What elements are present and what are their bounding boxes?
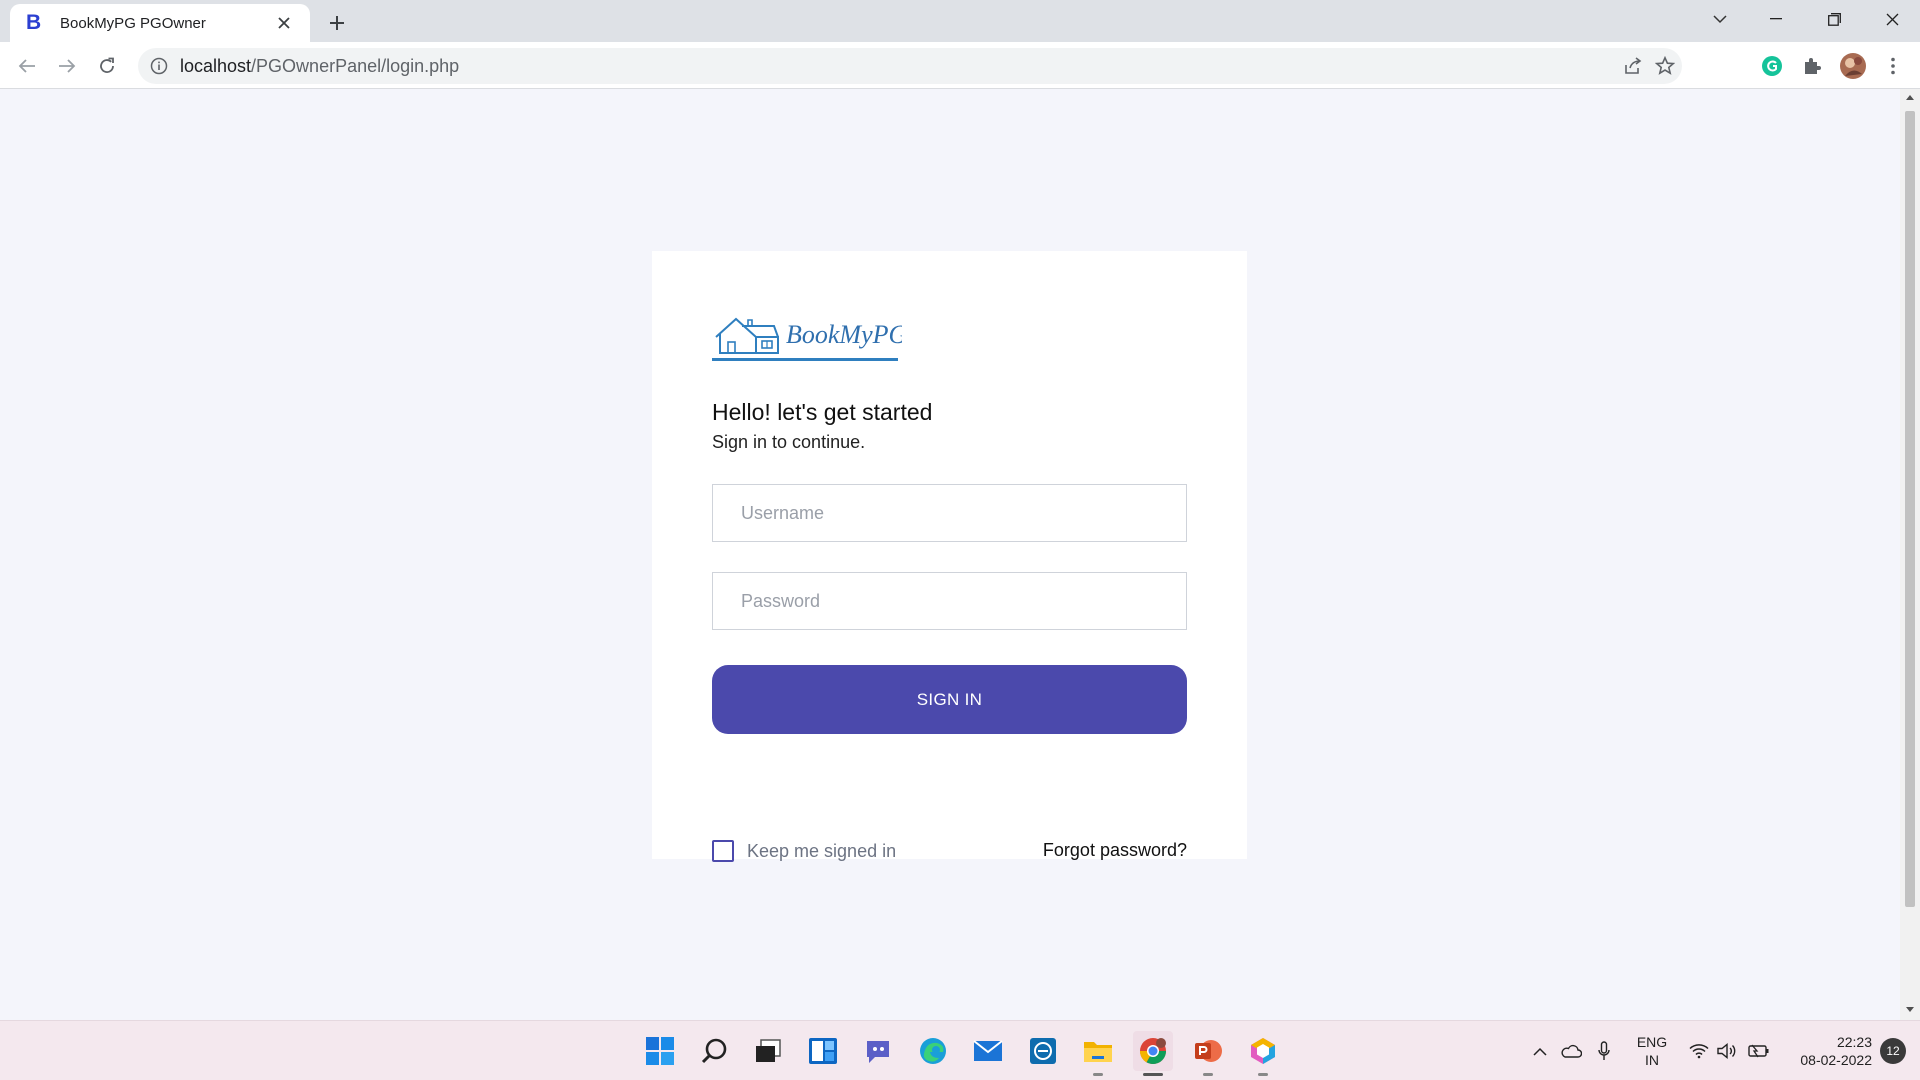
file-explorer-icon[interactable] — [1078, 1031, 1118, 1071]
file-explorer-running-indicator — [1093, 1073, 1103, 1076]
keep-signed-in-label[interactable]: Keep me signed in — [747, 841, 896, 862]
teams-chat-icon[interactable] — [858, 1031, 898, 1071]
onedrive-cloud-icon[interactable] — [1556, 1021, 1586, 1080]
url-text: localhost/PGOwnerPanel/login.php — [180, 55, 460, 76]
app-icon[interactable] — [1243, 1031, 1283, 1071]
powerpoint-running-indicator — [1203, 1073, 1213, 1076]
username-input[interactable] — [712, 484, 1187, 542]
new-tab-button[interactable] — [322, 8, 352, 38]
notification-count: 12 — [1880, 1038, 1906, 1064]
volume-icon[interactable] — [1714, 1021, 1740, 1080]
back-arrow-icon[interactable] — [10, 49, 44, 83]
address-bar[interactable]: localhost/PGOwnerPanel/login.php — [138, 48, 1682, 84]
powerpoint-icon[interactable] — [1188, 1031, 1228, 1071]
show-hidden-icons-chevron-icon[interactable] — [1528, 1021, 1552, 1080]
sign-in-button[interactable]: SIGN IN — [712, 665, 1187, 734]
page-scrollbar[interactable] — [1900, 89, 1920, 1020]
forward-arrow-icon[interactable] — [50, 49, 84, 83]
mail-icon[interactable] — [968, 1031, 1008, 1071]
widgets-icon[interactable] — [803, 1031, 843, 1071]
clock[interactable]: 22:23 08-02-2022 — [1782, 1021, 1872, 1080]
browser-menu-icon[interactable] — [1876, 49, 1910, 83]
chrome-icon[interactable] — [1133, 1031, 1173, 1071]
share-icon[interactable] — [1616, 48, 1650, 84]
browser-tab-bar: B BookMyPG PGOwner — [0, 0, 1920, 42]
keep-signed-in-checkbox[interactable] — [712, 840, 734, 862]
task-view-icon[interactable] — [748, 1031, 788, 1071]
close-window-button[interactable] — [1864, 0, 1920, 38]
forgot-password-link[interactable]: Forgot password? — [1043, 840, 1187, 861]
keep-signed-in-row: Keep me signed in — [712, 840, 896, 862]
brand-wordmark: BookMyPG — [786, 320, 902, 349]
restore-button[interactable] — [1806, 0, 1862, 38]
wifi-icon[interactable] — [1686, 1021, 1712, 1080]
minimize-button[interactable] — [1748, 0, 1804, 38]
extensions-puzzle-icon[interactable] — [1795, 49, 1829, 83]
language-indicator[interactable]: ENG IN — [1626, 1021, 1678, 1080]
signin-subtitle: Sign in to continue. — [712, 432, 866, 452]
login-card: BookMyPG Hello! let's get started Sign i… — [652, 251, 1247, 862]
tab-search-icon[interactable] — [1692, 0, 1748, 38]
tab-title: BookMyPG PGOwner — [60, 14, 206, 32]
reload-icon[interactable] — [90, 49, 124, 83]
bookmark-star-icon[interactable] — [1648, 48, 1682, 84]
search-icon[interactable] — [694, 1031, 734, 1071]
taskbar: ENG IN 22:23 08-02-2022 12 — [0, 1020, 1920, 1080]
password-input[interactable] — [712, 572, 1187, 630]
greeting-heading: Hello! let's get started — [712, 399, 933, 425]
language-code: ENG — [1636, 1034, 1668, 1050]
chrome-active-indicator — [1143, 1073, 1163, 1076]
profile-avatar[interactable] — [1836, 49, 1870, 83]
microphone-icon[interactable] — [1592, 1021, 1616, 1080]
brand-logo: BookMyPG — [712, 311, 908, 369]
dell-icon[interactable] — [1023, 1031, 1063, 1071]
site-info-icon[interactable] — [150, 57, 168, 75]
scrollbar-thumb[interactable] — [1905, 111, 1915, 907]
close-tab-icon[interactable] — [272, 11, 296, 35]
browser-tab[interactable]: B BookMyPG PGOwner — [10, 4, 310, 42]
battery-charging-icon[interactable] — [1745, 1021, 1773, 1080]
browser-toolbar: localhost/PGOwnerPanel/login.php — [0, 42, 1920, 89]
clock-time: 22:23 — [1836, 1034, 1872, 1050]
language-region: IN — [1645, 1052, 1659, 1068]
favicon-icon: B — [26, 11, 42, 34]
start-icon[interactable] — [640, 1031, 680, 1071]
notifications-badge[interactable]: 12 — [1876, 1021, 1910, 1080]
edge-icon[interactable] — [913, 1031, 953, 1071]
clock-date: 08-02-2022 — [1800, 1052, 1872, 1068]
grammarly-icon[interactable] — [1755, 49, 1789, 83]
page-viewport: BookMyPG Hello! let's get started Sign i… — [0, 89, 1900, 1020]
app-running-indicator — [1258, 1073, 1268, 1076]
